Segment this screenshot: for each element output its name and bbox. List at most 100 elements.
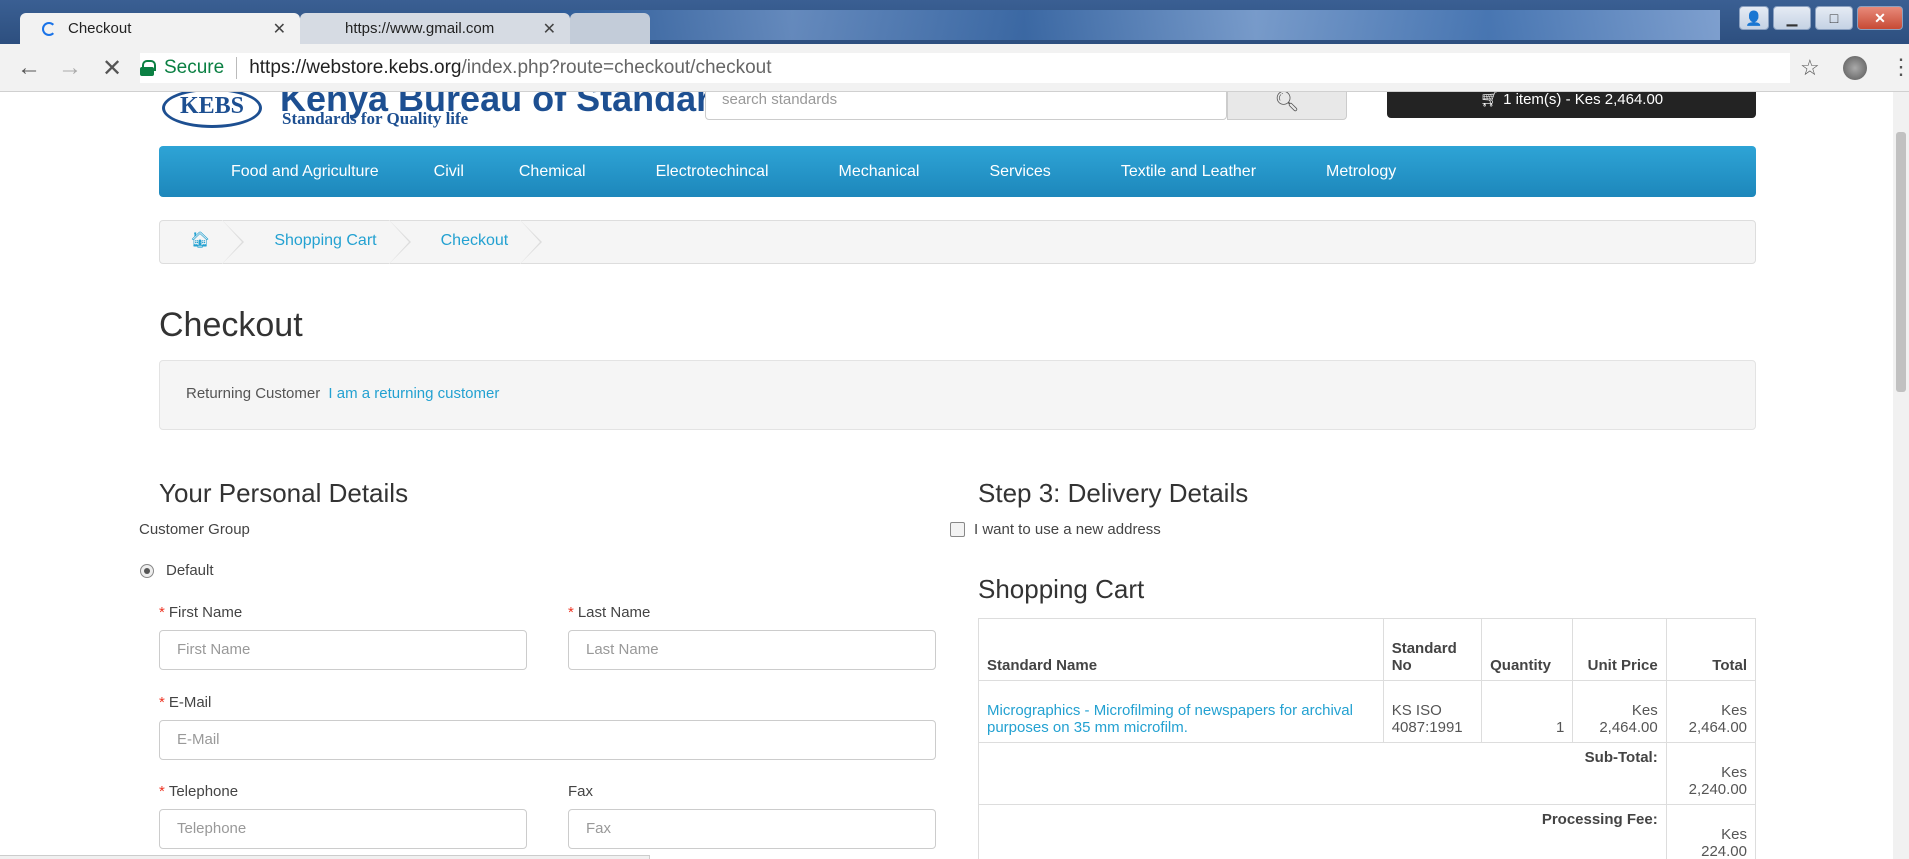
scrollbar-thumb[interactable] xyxy=(1896,132,1906,392)
email-label-text: E-Mail xyxy=(168,694,212,711)
customer-group-default-radio[interactable] xyxy=(140,564,154,578)
close-tab-icon[interactable]: ✕ xyxy=(273,19,286,39)
column-header-unit-price: Unit Price xyxy=(1572,618,1667,681)
close-tab-icon[interactable]: ✕ xyxy=(543,19,556,39)
column-header-total: Total xyxy=(1665,618,1757,681)
customer-group-default-label: Default xyxy=(166,562,214,579)
cart-button[interactable]: 🛒︎ 1 item(s) - Kes 2,464.00 xyxy=(1387,92,1756,118)
telephone-label-text: Telephone xyxy=(168,783,239,800)
last-name-label-text: Last Name xyxy=(577,604,651,621)
menu-item-chemical[interactable]: Chemical xyxy=(519,163,586,181)
customer-group-label: Customer Group xyxy=(139,521,250,538)
menu-item-mechanical[interactable]: Mechanical xyxy=(839,163,920,181)
cell-standard-name: Micrographics - Microfilming of newspape… xyxy=(978,680,1384,743)
home-icon: 🏠︎ xyxy=(190,232,211,249)
returning-customer-panel: Returning Customer I am a returning cust… xyxy=(159,360,1756,430)
table-header-row: Standard Name Standard No Quantity Unit … xyxy=(978,618,1757,681)
telephone-label: * Telephone xyxy=(159,783,238,800)
back-arrow-icon[interactable]: ← xyxy=(14,54,44,82)
email-input[interactable]: E-Mail xyxy=(159,720,936,760)
forward-arrow-icon[interactable]: → xyxy=(55,54,85,82)
category-menu: Food and Agriculture Civil Chemical Elec… xyxy=(159,146,1756,197)
url-path: /index.php?route=checkout/checkout xyxy=(461,57,772,78)
menu-item-civil[interactable]: Civil xyxy=(434,163,464,181)
tab-title: https://www.gmail.com xyxy=(345,20,495,37)
url-host: https://webstore.kebs.org xyxy=(249,57,462,78)
last-name-label: * Last Name xyxy=(568,604,650,621)
window-controls: 👤 ▁ □ ✕ xyxy=(1739,6,1903,32)
shopping-cart-title: Shopping Cart xyxy=(978,574,1145,604)
subtotal-label: Sub-Total: xyxy=(978,742,1667,805)
standard-name-link[interactable]: Micrographics - Microfilming of newspape… xyxy=(987,702,1353,736)
stop-icon[interactable]: ✕ xyxy=(97,54,127,83)
menu-item-metrology[interactable]: Metrology xyxy=(1326,163,1396,181)
cart-label: 1 item(s) - Kes 2,464.00 xyxy=(1503,92,1664,108)
cart-icon: 🛒︎ xyxy=(1479,92,1499,108)
menu-icon[interactable]: ⋮ xyxy=(1890,54,1909,80)
logo-subtitle: Standards for Quality life xyxy=(282,109,469,128)
new-tab-button[interactable] xyxy=(570,13,650,44)
subtotal-row: Sub-Total: Kes 2,240.00 xyxy=(978,742,1757,805)
menu-item-services[interactable]: Services xyxy=(989,163,1050,181)
divider xyxy=(236,57,238,79)
kebs-logo[interactable]: KEBS Kenya Bureau of Standards Standards… xyxy=(160,92,752,132)
personal-details-title: Your Personal Details xyxy=(159,478,409,508)
cell-quantity: 1 xyxy=(1481,680,1574,743)
maximize-button[interactable]: □ xyxy=(1815,6,1853,30)
search-icon: 🔍︎ xyxy=(1274,92,1300,113)
menu-item-food-agriculture[interactable]: Food and Agriculture xyxy=(231,163,379,181)
address-bar: ← → ✕ Secure https://webstore.kebs.org/i… xyxy=(0,44,1909,92)
tab-gmail[interactable]: https://www.gmail.com ✕ xyxy=(300,13,570,44)
first-name-label: * First Name xyxy=(159,604,242,621)
extension-icon[interactable] xyxy=(1843,56,1867,80)
fax-input[interactable]: Fax xyxy=(568,809,936,849)
delivery-details-title: Step 3: Delivery Details xyxy=(978,478,1249,508)
search-input[interactable]: search standards xyxy=(705,92,1227,120)
table-row: Micrographics - Microfilming of newspape… xyxy=(978,680,1757,743)
breadcrumb: 🏠︎ Shopping Cart Checkout xyxy=(159,220,1756,264)
returning-customer-link[interactable]: I am a returning customer xyxy=(328,385,499,402)
menu-item-electrotechnical[interactable]: Electrotechincal xyxy=(656,163,769,181)
lock-icon xyxy=(140,60,156,76)
cell-unit-price: Kes 2,464.00 xyxy=(1572,680,1667,743)
returning-customer-label: Returning Customer xyxy=(186,385,321,402)
column-header-standard-name: Standard Name xyxy=(978,618,1384,681)
star-icon[interactable]: ☆ xyxy=(1800,55,1820,81)
last-name-input[interactable]: Last Name xyxy=(568,630,936,670)
fax-label: Fax xyxy=(568,783,594,800)
email-label: * E-Mail xyxy=(159,694,211,711)
user-profile-icon[interactable]: 👤 xyxy=(1739,6,1769,30)
processing-fee-label: Processing Fee: xyxy=(978,804,1667,859)
secure-label: Secure xyxy=(164,57,225,78)
subtotal-value: Kes 2,240.00 xyxy=(1665,742,1757,805)
required-marker: * xyxy=(159,783,165,800)
breadcrumb-home[interactable]: 🏠︎ xyxy=(160,220,245,264)
browser-tab-bar: Checkout ✕ https://www.gmail.com ✕ 👤 ▁ □… xyxy=(0,0,1909,44)
new-address-checkbox[interactable] xyxy=(950,522,965,537)
close-window-button[interactable]: ✕ xyxy=(1857,6,1903,30)
tab-title: Checkout xyxy=(68,20,132,37)
first-name-label-text: First Name xyxy=(168,604,243,621)
tab-bar-background xyxy=(560,10,1720,40)
first-name-input[interactable]: First Name xyxy=(159,630,527,670)
processing-fee-row: Processing Fee: Kes 224.00 xyxy=(978,804,1757,859)
column-header-quantity: Quantity xyxy=(1481,618,1574,681)
status-bubble xyxy=(0,855,650,859)
telephone-input[interactable]: Telephone xyxy=(159,809,527,849)
required-marker: * xyxy=(159,694,165,711)
tab-checkout[interactable]: Checkout ✕ xyxy=(20,13,300,44)
url-field[interactable]: Secure https://webstore.kebs.org/index.p… xyxy=(140,53,1790,83)
breadcrumb-shopping-cart[interactable]: Shopping Cart xyxy=(244,220,411,264)
logo-badge: KEBS xyxy=(162,92,262,128)
vertical-scrollbar[interactable] xyxy=(1893,92,1909,859)
column-header-standard-no: Standard No xyxy=(1382,618,1483,681)
page-viewport: KEBS Kenya Bureau of Standards Standards… xyxy=(0,92,1909,859)
breadcrumb-checkout[interactable]: Checkout xyxy=(411,220,543,264)
minimize-button[interactable]: ▁ xyxy=(1773,6,1811,30)
cell-standard-no: KS ISO 4087:1991 xyxy=(1382,680,1483,743)
required-marker: * xyxy=(159,604,165,621)
menu-item-textile-leather[interactable]: Textile and Leather xyxy=(1121,163,1256,181)
search-button[interactable]: 🔍︎ xyxy=(1227,92,1347,120)
required-marker: * xyxy=(568,604,574,621)
page-title: Checkout xyxy=(159,306,303,344)
